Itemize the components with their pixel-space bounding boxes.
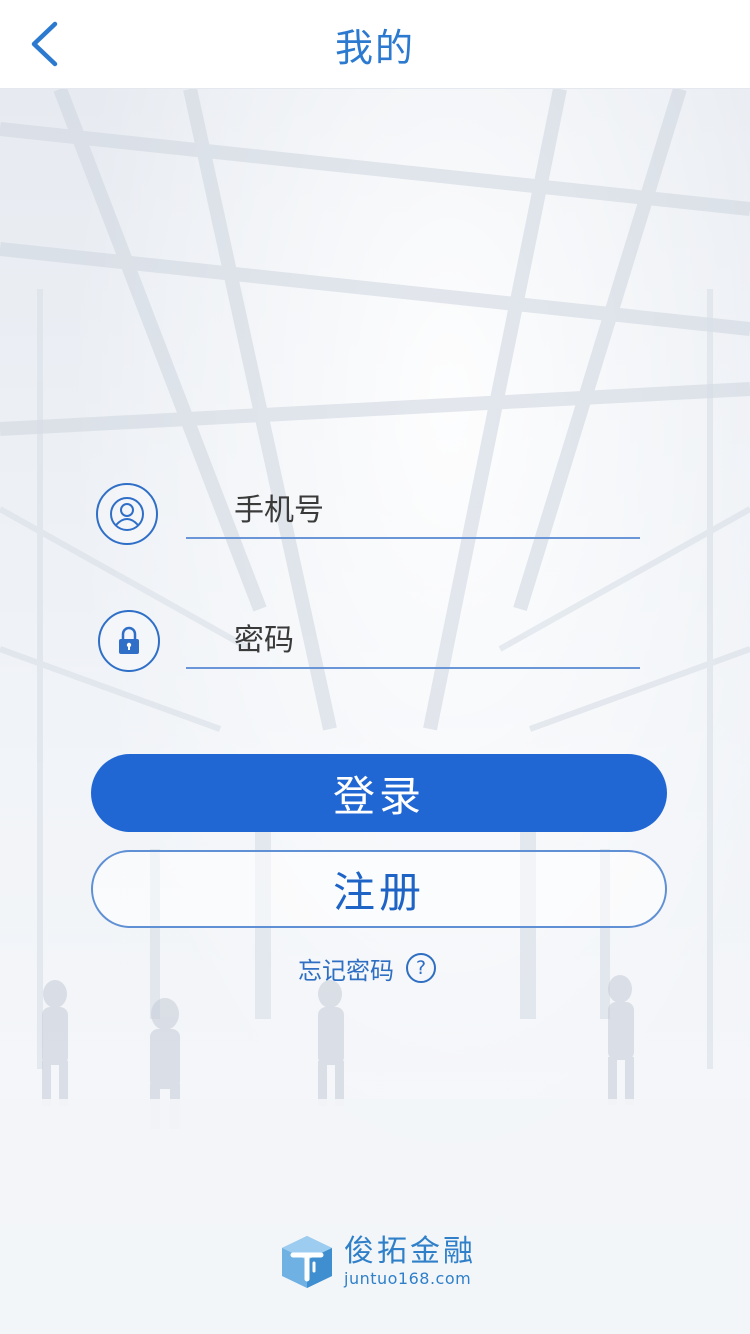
forgot-password-label: 忘记密码 (298, 956, 394, 985)
background-image (0, 89, 750, 1334)
register-button[interactable]: 注册 (91, 850, 667, 928)
user-icon-badge (96, 483, 158, 545)
phone-input[interactable] (186, 483, 640, 539)
brand-name: 俊拓金融 (344, 1234, 476, 1269)
background-scene (0, 89, 750, 1334)
password-field (96, 610, 640, 676)
question-icon: ? (406, 953, 436, 983)
brand-logo-block: 俊拓金融 juntuo168.com (278, 1232, 476, 1292)
login-button[interactable]: 登录 (91, 754, 667, 832)
brand-cube-icon (282, 1236, 332, 1288)
login-button-label: 登录 (332, 771, 425, 821)
nav-bar: 我的 (0, 0, 750, 89)
forgot-password-link[interactable]: 忘记密码 ? (298, 950, 436, 986)
page-title: 我的 (334, 25, 415, 70)
lock-icon (119, 626, 139, 654)
password-input[interactable] (186, 613, 640, 669)
lock-icon-badge (98, 610, 160, 672)
brand-url: juntuo168.com (344, 1269, 472, 1288)
register-button-label: 注册 (332, 867, 425, 917)
phone-field (96, 483, 640, 549)
user-icon (110, 497, 144, 531)
